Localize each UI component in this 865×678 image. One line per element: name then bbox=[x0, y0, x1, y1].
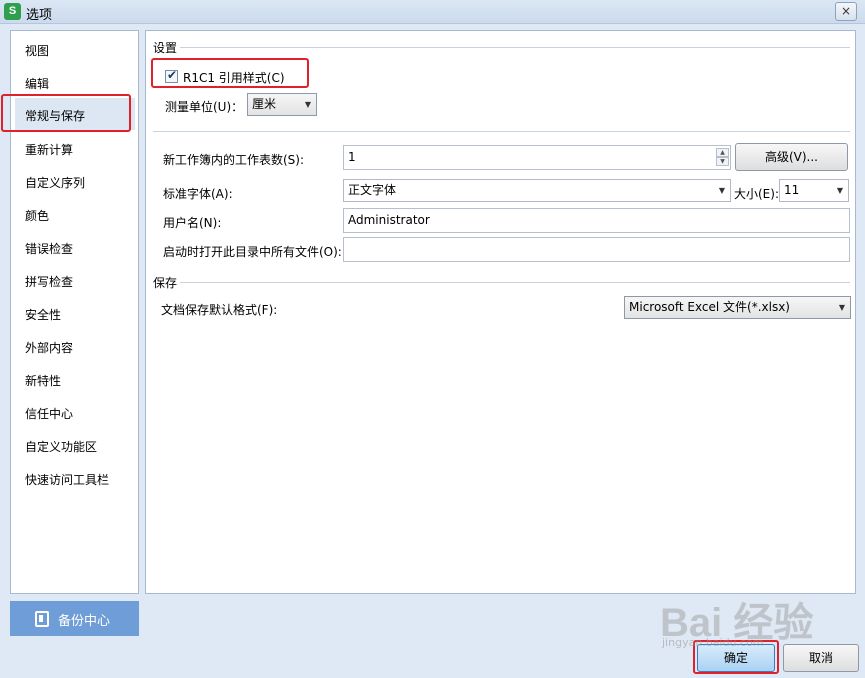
settings-panel: 设置 ✔ R1C1 引用样式(C) 测量单位(U)： 厘米 ▼ 新工作簿内的工作… bbox=[145, 30, 856, 594]
baidu-watermark-url: jingyan.baidu.com bbox=[662, 636, 764, 649]
sidebar-item-customize-ribbon[interactable]: 自定义功能区 bbox=[25, 438, 97, 455]
sidebar-item-view[interactable]: 视图 bbox=[25, 42, 49, 59]
unit-label: 测量单位(U)： bbox=[165, 100, 244, 114]
section-divider bbox=[153, 131, 850, 132]
sidebar-item-recalc[interactable]: 重新计算 bbox=[25, 141, 73, 158]
sidebar-item-edit[interactable]: 编辑 bbox=[25, 75, 49, 92]
chevron-down-icon: ▼ bbox=[718, 186, 725, 195]
sidebar-item-trust-center[interactable]: 信任中心 bbox=[25, 405, 73, 422]
size-select[interactable]: 11 ▼ bbox=[779, 179, 849, 202]
section-divider bbox=[180, 282, 850, 283]
spin-down-icon[interactable]: ▼ bbox=[716, 157, 729, 166]
sidebar-item-quick-access[interactable]: 快速访问工具栏 bbox=[25, 471, 109, 488]
sidebar-item-external-content[interactable]: 外部内容 bbox=[25, 339, 73, 356]
sheets-spinner[interactable]: ▲ ▼ bbox=[716, 148, 729, 167]
unit-value: 厘米 bbox=[252, 97, 277, 111]
username-input[interactable]: Administrator bbox=[343, 208, 850, 233]
font-select[interactable]: 正文字体 ▼ bbox=[343, 179, 731, 202]
section-divider bbox=[180, 47, 850, 48]
save-format-value: Microsoft Excel 文件(*.xlsx) bbox=[629, 300, 790, 314]
close-button[interactable]: × bbox=[835, 2, 857, 21]
chevron-down-icon: ▼ bbox=[836, 186, 843, 195]
font-value: 正文字体 bbox=[348, 183, 397, 197]
chevron-down-icon: ▼ bbox=[838, 303, 845, 312]
highlight-nav-general-save bbox=[1, 94, 131, 132]
sidebar-item-security[interactable]: 安全性 bbox=[25, 306, 61, 323]
startup-folder-input[interactable] bbox=[343, 237, 850, 262]
title-bar: S 选项 × bbox=[0, 0, 865, 24]
sidebar-item-spell-check[interactable]: 拼写检查 bbox=[25, 273, 73, 290]
startup-folder-label: 启动时打开此目录中所有文件(O): bbox=[163, 245, 342, 259]
backup-center-button[interactable]: 备份中心 bbox=[10, 601, 139, 636]
app-icon: S bbox=[4, 3, 21, 20]
sheets-input[interactable]: 1 bbox=[343, 145, 731, 170]
cancel-button[interactable]: 取消 bbox=[783, 644, 859, 672]
save-section-title: 保存 bbox=[153, 276, 178, 290]
sidebar-item-color[interactable]: 颜色 bbox=[25, 207, 49, 224]
window-title: 选项 bbox=[26, 8, 53, 23]
save-format-label: 文档保存默认格式(F): bbox=[161, 303, 278, 317]
save-format-select[interactable]: Microsoft Excel 文件(*.xlsx) ▼ bbox=[624, 296, 851, 319]
settings-section-title: 设置 bbox=[153, 41, 178, 55]
sheets-label: 新工作簿内的工作表数(S): bbox=[163, 153, 305, 167]
chevron-down-icon: ▼ bbox=[304, 100, 311, 109]
backup-icon bbox=[35, 611, 49, 627]
font-label: 标准字体(A): bbox=[163, 187, 233, 201]
highlight-r1c1 bbox=[151, 58, 309, 88]
spin-up-icon[interactable]: ▲ bbox=[716, 148, 729, 157]
unit-select[interactable]: 厘米 ▼ bbox=[247, 93, 317, 116]
sidebar-item-custom-lists[interactable]: 自定义序列 bbox=[25, 174, 85, 191]
sidebar-item-new-features[interactable]: 新特性 bbox=[25, 372, 61, 389]
size-value: 11 bbox=[784, 183, 800, 197]
size-label: 大小(E): bbox=[734, 187, 779, 201]
advanced-button[interactable]: 高级(V)... bbox=[735, 143, 848, 171]
backup-center-label: 备份中心 bbox=[58, 614, 111, 629]
username-label: 用户名(N): bbox=[163, 216, 222, 230]
sidebar-item-error-check[interactable]: 错误检查 bbox=[25, 240, 73, 257]
